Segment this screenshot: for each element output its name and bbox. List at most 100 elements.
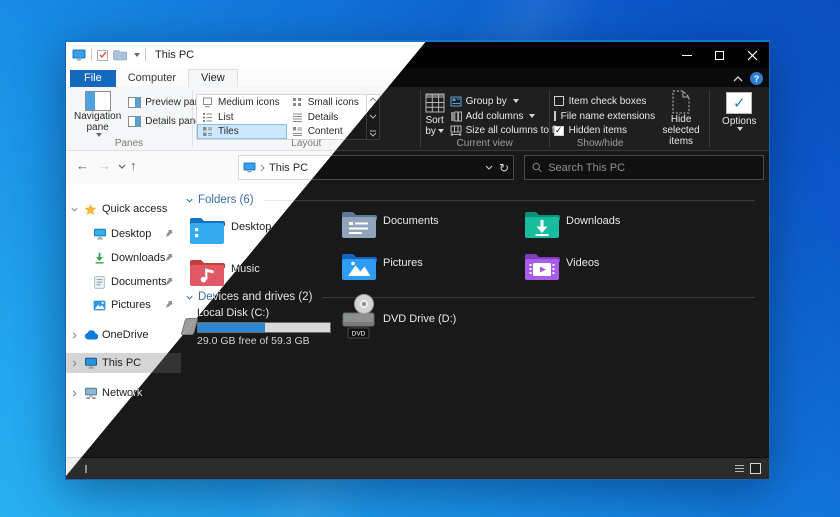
chevron-down-icon[interactable] [66,205,82,214]
collapse-ribbon-icon[interactable] [733,76,743,82]
gallery-scroll-up-icon[interactable] [369,97,377,102]
search-input[interactable] [548,162,756,174]
pin-icon [165,277,173,290]
recent-locations-dropdown[interactable] [118,164,126,169]
chevron-down-icon[interactable] [185,196,194,205]
maximize-icon [715,51,724,60]
tab-view[interactable]: View [188,69,238,87]
minimize-icon [682,55,692,56]
folder-label: Pictures [383,257,423,281]
layout-details[interactable]: Details [287,110,366,125]
chevron-down-icon[interactable] [185,293,194,302]
desktop-wallpaper: { "window": { "title": "This PC" }, "tab… [0,0,840,517]
disk-usage-fill [198,323,265,332]
properties-check-icon [99,51,107,59]
add-columns-icon [450,111,462,122]
sidebar-item-pictures[interactable]: Pictures [66,295,181,315]
forward-button[interactable]: → [98,158,111,173]
layout-tiles[interactable]: Tiles [197,124,287,139]
sort-by-label-1: Sort [425,115,443,126]
minimize-button[interactable] [670,42,703,68]
sidebar-label: OneDrive [102,329,148,341]
item-check-boxes-checkbox[interactable]: Item check boxes [554,95,654,108]
sidebar-item-desktop[interactable]: Desktop [66,224,181,244]
content-icon [292,126,303,137]
layout-list[interactable]: List [197,110,287,125]
search-box[interactable] [524,155,764,180]
navigation-pane-button[interactable]: Navigation pane [74,90,121,137]
gallery-more-icon[interactable] [369,130,377,137]
folder-tile-downloads[interactable]: Downloads [524,209,620,239]
qat-new-folder-button[interactable] [113,50,127,61]
breadcrumb[interactable]: This PC [269,162,308,174]
breadcrumb-chevron-icon [260,164,265,172]
gallery-scroll-down-icon[interactable] [369,114,377,119]
qat-separator [91,49,92,61]
folder-tile-desktop[interactable]: Desktop [189,215,271,245]
sort-by-icon [425,93,445,113]
options-button[interactable]: ✓ Options [714,90,764,137]
add-columns-label: Add columns [466,111,524,122]
size-columns-label: Size all columns to fit [466,125,560,136]
picture-icon [91,300,108,311]
hide-selected-items-label: Hide selected items [654,114,709,147]
qat-customize-dropdown[interactable] [134,53,140,57]
folders-heading-label: Folders (6) [198,194,254,206]
close-button[interactable] [736,42,769,68]
chevron-right-icon[interactable] [66,389,82,398]
qat-properties-button[interactable] [97,50,108,61]
address-dropdown-icon[interactable] [485,165,493,170]
group-by-button[interactable]: Group by [447,95,563,108]
sidebar-item-onedrive[interactable]: OneDrive [66,325,181,345]
chevron-right-icon[interactable] [66,359,82,368]
qat-separator-2 [145,49,146,61]
file-explorer-window: This PC File Computer View ? Navigation … [65,40,770,480]
drives-group-heading[interactable]: Devices and drives (2) [185,291,755,303]
back-button[interactable]: ← [76,158,89,173]
hidden-items-label: Hidden items [569,125,627,136]
window-title: This PC [155,49,194,61]
folder-tile-pictures[interactable]: Pictures [341,251,423,281]
heading-rule [264,200,755,201]
file-name-extensions-checkbox[interactable]: File name extensions [554,110,654,123]
folder-icon-downloads [524,209,560,239]
sidebar-item-downloads[interactable]: Downloads [66,248,181,268]
pin-icon [165,229,173,242]
pin-icon [165,300,173,313]
size-columns-button[interactable]: Size all columns to fit [447,124,563,137]
folder-icon-desktop [189,215,225,245]
sidebar-label: Desktop [111,228,151,240]
up-button[interactable]: ↑ [130,158,137,173]
options-caret [737,127,743,131]
medium-icons-icon [202,97,213,108]
folder-tile-documents[interactable]: Documents [341,209,439,239]
chevron-right-icon[interactable] [66,331,82,340]
sidebar-item-documents[interactable]: Documents [66,272,181,292]
layout-small-icons[interactable]: Small icons [287,95,366,110]
sidebar-label: Quick access [102,203,167,215]
onedrive-cloud-icon [82,330,99,340]
drive-tile-dvd[interactable]: DVD DVD Drive (D:) [341,293,456,339]
download-icon [91,252,108,264]
hidden-items-checkbox[interactable]: ✓Hidden items [554,124,654,137]
panes-group-label: Panes [66,138,192,149]
ribbon-group-current-view: Sort by Group by Add columns Size all co… [421,87,549,150]
refresh-icon[interactable]: ↻ [499,161,509,175]
maximize-button[interactable] [703,42,736,68]
options-label: Options [722,116,756,127]
hide-selected-items-button[interactable]: Hide selected items [654,90,709,137]
folder-tile-videos[interactable]: Videos [524,251,599,281]
icons-view-toggle-icon[interactable] [750,463,761,474]
sidebar-item-quick-access[interactable]: Quick access [66,199,181,219]
sort-by-button[interactable]: Sort by [425,90,445,137]
close-icon [747,50,758,61]
navigation-pane-caret [96,133,102,137]
tab-file[interactable]: File [70,70,116,87]
help-icon[interactable]: ? [750,72,763,85]
search-icon [532,162,542,173]
layout-medium-icons[interactable]: Medium icons [197,95,287,110]
details-view-toggle-icon[interactable] [734,463,745,474]
tab-computer[interactable]: Computer [116,70,188,87]
file-name-extensions-label: File name extensions [561,111,656,122]
add-columns-button[interactable]: Add columns [447,110,563,123]
